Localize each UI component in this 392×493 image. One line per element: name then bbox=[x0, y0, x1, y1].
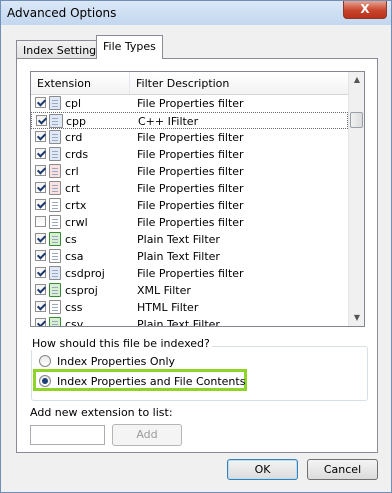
scroll-down-arrow-icon[interactable]: ▼ bbox=[349, 310, 364, 326]
row-checkbox[interactable] bbox=[35, 267, 46, 278]
radio-button[interactable] bbox=[39, 355, 51, 367]
extension-cell: crd bbox=[65, 131, 83, 144]
column-header-filter-description[interactable]: Filter Description bbox=[130, 72, 348, 94]
certificate-icon bbox=[49, 181, 61, 195]
extension-cell: crds bbox=[65, 148, 89, 161]
advanced-options-dialog: Advanced Options X Index Settings File T… bbox=[0, 0, 392, 493]
extension-cell: crt bbox=[65, 182, 80, 195]
extension-cell: csdproj bbox=[65, 267, 105, 280]
file-types-panel: Extension Filter Description cpl File Pro… bbox=[16, 58, 378, 453]
filter-description-cell: XML Filter bbox=[137, 284, 191, 297]
add-extension-input[interactable] bbox=[30, 425, 105, 445]
row-checkbox[interactable] bbox=[35, 250, 46, 261]
extension-cell: crtx bbox=[65, 199, 87, 212]
control-panel-file-icon bbox=[49, 96, 61, 110]
column-header-extension[interactable]: Extension bbox=[31, 72, 130, 94]
excel-csv-icon bbox=[49, 317, 61, 326]
list-item[interactable]: css HTML Filter bbox=[31, 299, 348, 316]
filter-description-cell: File Properties filter bbox=[137, 216, 244, 229]
filter-description-cell: File Properties filter bbox=[137, 267, 244, 280]
extension-cell: crwl bbox=[65, 216, 88, 229]
list-item[interactable]: csv Plain Text Filter bbox=[31, 316, 348, 327]
chart-template-icon bbox=[49, 198, 61, 212]
add-extension-label: Add new extension to list: bbox=[30, 406, 173, 419]
filter-description-cell: HTML Filter bbox=[137, 301, 199, 314]
index-method-question: How should this file be indexed? bbox=[30, 337, 212, 350]
filter-description-cell: File Properties filter bbox=[137, 131, 244, 144]
extension-cell: cs bbox=[65, 233, 77, 246]
filter-description-cell: Plain Text Filter bbox=[137, 250, 220, 263]
list-header: Extension Filter Description bbox=[31, 72, 348, 95]
list-item[interactable]: crtx File Properties filter bbox=[31, 197, 348, 214]
list-item[interactable]: cs Plain Text Filter bbox=[31, 231, 348, 248]
list-item[interactable]: csproj XML Filter bbox=[31, 282, 348, 299]
list-item[interactable]: crds File Properties filter bbox=[31, 146, 348, 163]
cancel-button[interactable]: Cancel bbox=[307, 459, 378, 480]
row-checkbox[interactable] bbox=[35, 199, 46, 210]
row-checkbox[interactable] bbox=[35, 165, 46, 176]
row-checkbox[interactable] bbox=[35, 182, 46, 193]
row-checkbox[interactable] bbox=[35, 216, 46, 227]
scrollbar-thumb[interactable] bbox=[350, 112, 363, 128]
title-bar[interactable]: Advanced Options X bbox=[1, 1, 391, 25]
extension-cell: csproj bbox=[65, 284, 98, 297]
row-checkbox[interactable] bbox=[35, 318, 46, 326]
filter-description-cell: File Properties filter bbox=[137, 199, 244, 212]
list-item[interactable]: crwl File Properties filter bbox=[31, 214, 348, 231]
extension-cell: cpl bbox=[65, 97, 82, 110]
tab-index-settings[interactable]: Index Settings bbox=[16, 40, 109, 58]
window-title: Advanced Options bbox=[7, 6, 117, 20]
cpp-file-icon bbox=[49, 114, 63, 128]
add-button[interactable]: Add bbox=[112, 424, 182, 446]
list-item[interactable]: crl File Properties filter bbox=[31, 163, 348, 180]
tab-file-types[interactable]: File Types bbox=[96, 35, 163, 59]
list-item[interactable]: cpl File Properties filter bbox=[31, 95, 348, 112]
csharp-file-icon bbox=[49, 232, 61, 246]
filter-description-cell: File Properties filter bbox=[137, 165, 244, 178]
filter-description-cell: Plain Text Filter bbox=[137, 233, 220, 246]
cards-file-icon bbox=[49, 147, 61, 161]
project-file-icon bbox=[49, 266, 61, 280]
row-checkbox[interactable] bbox=[35, 131, 46, 142]
radio-label-properties-and-contents: Index Properties and File Contents bbox=[57, 375, 246, 388]
list-item[interactable]: crd File Properties filter bbox=[31, 129, 348, 146]
row-checkbox[interactable] bbox=[35, 97, 46, 108]
filter-description-cell: File Properties filter bbox=[137, 97, 244, 110]
row-checkbox[interactable] bbox=[35, 284, 46, 295]
extension-cell: css bbox=[65, 301, 83, 314]
filter-description-cell: C++ IFilter bbox=[138, 115, 199, 128]
list-item[interactable]: csdproj File Properties filter bbox=[31, 265, 348, 282]
card-file-icon bbox=[49, 130, 61, 144]
extension-cell: cpp bbox=[66, 115, 87, 128]
row-checkbox[interactable] bbox=[35, 233, 46, 244]
extension-cell: csa bbox=[65, 250, 84, 263]
filter-description-cell: Plain Text Filter bbox=[137, 318, 220, 327]
scroll-up-arrow-icon[interactable]: ▲ bbox=[349, 72, 364, 88]
extension-list[interactable]: Extension Filter Description cpl File Pro… bbox=[30, 71, 365, 327]
certificate-list-icon bbox=[49, 164, 61, 178]
vertical-scrollbar[interactable]: ▲ ▼ bbox=[348, 72, 364, 326]
row-checkbox[interactable] bbox=[36, 115, 47, 126]
filter-description-cell: File Properties filter bbox=[137, 182, 244, 195]
ok-button[interactable]: OK bbox=[227, 459, 298, 480]
list-item[interactable]: crt File Properties filter bbox=[31, 180, 348, 197]
blank-file-icon bbox=[49, 249, 61, 263]
blank-file-icon bbox=[49, 215, 61, 229]
list-item[interactable]: csa Plain Text Filter bbox=[31, 248, 348, 265]
radio-label-properties-only: Index Properties Only bbox=[57, 355, 176, 368]
close-button[interactable]: X bbox=[343, 1, 387, 19]
extension-cell: crl bbox=[65, 165, 79, 178]
extension-cell: csv bbox=[65, 318, 84, 327]
csharp-project-icon bbox=[49, 283, 61, 297]
list-item[interactable]: cpp C++ IFilter bbox=[31, 112, 348, 129]
row-checkbox[interactable] bbox=[35, 148, 46, 159]
radio-button-selected[interactable] bbox=[39, 375, 51, 387]
row-checkbox[interactable] bbox=[35, 301, 46, 312]
filter-description-cell: File Properties filter bbox=[137, 148, 244, 161]
stylesheet-file-icon bbox=[49, 300, 61, 314]
